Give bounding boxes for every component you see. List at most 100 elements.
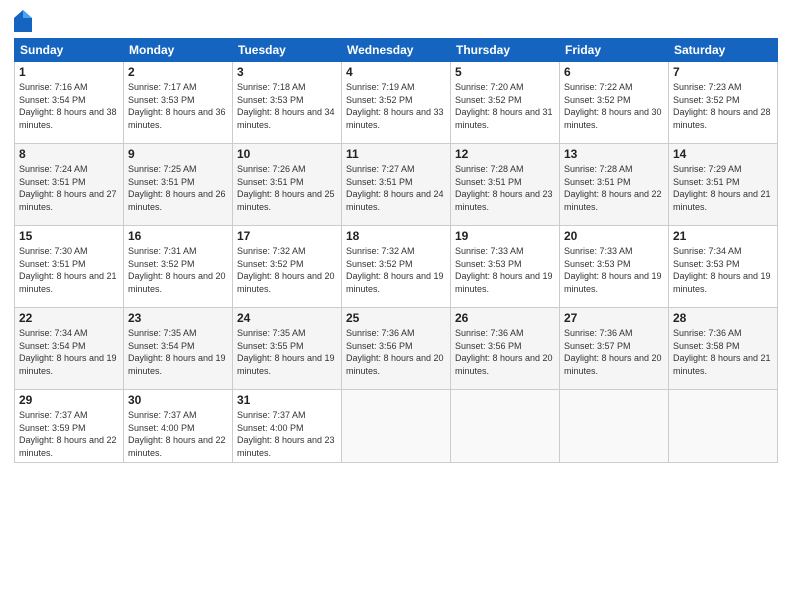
- day-number: 19: [455, 229, 555, 243]
- calendar-cell: [560, 390, 669, 463]
- day-info: Sunrise: 7:22 AM Sunset: 3:52 PM Dayligh…: [564, 81, 664, 131]
- calendar-cell: 15Sunrise: 7:30 AM Sunset: 3:51 PM Dayli…: [15, 226, 124, 308]
- day-info: Sunrise: 7:27 AM Sunset: 3:51 PM Dayligh…: [346, 163, 446, 213]
- day-number: 5: [455, 65, 555, 79]
- day-number: 4: [346, 65, 446, 79]
- day-info: Sunrise: 7:32 AM Sunset: 3:52 PM Dayligh…: [237, 245, 337, 295]
- day-number: 26: [455, 311, 555, 325]
- day-info: Sunrise: 7:31 AM Sunset: 3:52 PM Dayligh…: [128, 245, 228, 295]
- day-info: Sunrise: 7:19 AM Sunset: 3:52 PM Dayligh…: [346, 81, 446, 131]
- calendar-cell: 8 Sunrise: 7:24 AM Sunset: 3:51 PM Daylig…: [15, 144, 124, 226]
- day-number: 18: [346, 229, 446, 243]
- calendar-cell: 12 Sunrise: 7:28 AM Sunset: 3:51 PM Dayli…: [451, 144, 560, 226]
- day-number: 23: [128, 311, 228, 325]
- day-number: 25: [346, 311, 446, 325]
- calendar-cell: 17 Sunrise: 7:32 AM Sunset: 3:52 PM Dayli…: [233, 226, 342, 308]
- day-info: Sunrise: 7:35 AM Sunset: 3:54 PM Dayligh…: [128, 327, 228, 377]
- calendar-cell: 23 Sunrise: 7:35 AM Sunset: 3:54 PM Dayli…: [124, 308, 233, 390]
- day-number: 16: [128, 229, 228, 243]
- calendar-cell: 19Sunrise: 7:33 AM Sunset: 3:53 PM Dayli…: [451, 226, 560, 308]
- day-number: 12: [455, 147, 555, 161]
- day-info: Sunrise: 7:33 AM Sunset: 3:53 PM Dayligh…: [564, 245, 664, 295]
- calendar-cell: 5 Sunrise: 7:20 AM Sunset: 3:52 PM Daylig…: [451, 62, 560, 144]
- day-number: 24: [237, 311, 337, 325]
- day-info: Sunrise: 7:25 AM Sunset: 3:51 PM Dayligh…: [128, 163, 228, 213]
- day-info: Sunrise: 7:36 AM Sunset: 3:57 PM Dayligh…: [564, 327, 664, 377]
- logo-icon: [14, 10, 32, 32]
- calendar-cell: 22Sunrise: 7:34 AM Sunset: 3:54 PM Dayli…: [15, 308, 124, 390]
- day-number: 14: [673, 147, 773, 161]
- calendar-cell: 7 Sunrise: 7:23 AM Sunset: 3:52 PM Daylig…: [669, 62, 778, 144]
- day-number: 7: [673, 65, 773, 79]
- day-number: 22: [19, 311, 119, 325]
- day-number: 17: [237, 229, 337, 243]
- calendar-cell: 24 Sunrise: 7:35 AM Sunset: 3:55 PM Dayli…: [233, 308, 342, 390]
- day-info: Sunrise: 7:36 AM Sunset: 3:58 PM Dayligh…: [673, 327, 773, 377]
- day-info: Sunrise: 7:29 AM Sunset: 3:51 PM Dayligh…: [673, 163, 773, 213]
- calendar-table: SundayMondayTuesdayWednesdayThursdayFrid…: [14, 38, 778, 463]
- day-number: 6: [564, 65, 664, 79]
- day-info: Sunrise: 7:37 AM Sunset: 4:00 PM Dayligh…: [128, 409, 228, 459]
- day-info: Sunrise: 7:18 AM Sunset: 3:53 PM Dayligh…: [237, 81, 337, 131]
- calendar-cell: 4 Sunrise: 7:19 AM Sunset: 3:52 PM Daylig…: [342, 62, 451, 144]
- calendar-cell: 27 Sunrise: 7:36 AM Sunset: 3:57 PM Dayli…: [560, 308, 669, 390]
- column-header-tuesday: Tuesday: [233, 39, 342, 62]
- day-info: Sunrise: 7:37 AM Sunset: 4:00 PM Dayligh…: [237, 409, 337, 459]
- column-header-wednesday: Wednesday: [342, 39, 451, 62]
- day-info: Sunrise: 7:34 AM Sunset: 3:53 PM Dayligh…: [673, 245, 773, 295]
- column-header-sunday: Sunday: [15, 39, 124, 62]
- day-info: Sunrise: 7:32 AM Sunset: 3:52 PM Dayligh…: [346, 245, 446, 295]
- calendar-cell: 28 Sunrise: 7:36 AM Sunset: 3:58 PM Dayli…: [669, 308, 778, 390]
- calendar-cell: 21 Sunrise: 7:34 AM Sunset: 3:53 PM Dayli…: [669, 226, 778, 308]
- column-header-saturday: Saturday: [669, 39, 778, 62]
- calendar-container: SundayMondayTuesdayWednesdayThursdayFrid…: [0, 0, 792, 612]
- day-number: 11: [346, 147, 446, 161]
- calendar-cell: 16 Sunrise: 7:31 AM Sunset: 3:52 PM Dayli…: [124, 226, 233, 308]
- calendar-cell: [342, 390, 451, 463]
- calendar-cell: 25 Sunrise: 7:36 AM Sunset: 3:56 PM Dayli…: [342, 308, 451, 390]
- day-number: 27: [564, 311, 664, 325]
- calendar-cell: 10 Sunrise: 7:26 AM Sunset: 3:51 PM Dayli…: [233, 144, 342, 226]
- day-number: 2: [128, 65, 228, 79]
- day-number: 31: [237, 393, 337, 407]
- day-info: Sunrise: 7:36 AM Sunset: 3:56 PM Dayligh…: [346, 327, 446, 377]
- day-info: Sunrise: 7:24 AM Sunset: 3:51 PM Dayligh…: [19, 163, 119, 213]
- day-info: Sunrise: 7:17 AM Sunset: 3:53 PM Dayligh…: [128, 81, 228, 131]
- logo: [14, 10, 34, 32]
- calendar-cell: 13Sunrise: 7:28 AM Sunset: 3:51 PM Dayli…: [560, 144, 669, 226]
- calendar-cell: 20 Sunrise: 7:33 AM Sunset: 3:53 PM Dayli…: [560, 226, 669, 308]
- day-number: 28: [673, 311, 773, 325]
- day-info: Sunrise: 7:28 AM Sunset: 3:51 PM Dayligh…: [455, 163, 555, 213]
- calendar-cell: [451, 390, 560, 463]
- calendar-cell: 2 Sunrise: 7:17 AM Sunset: 3:53 PM Daylig…: [124, 62, 233, 144]
- day-number: 20: [564, 229, 664, 243]
- day-number: 10: [237, 147, 337, 161]
- day-number: 1: [19, 65, 119, 79]
- day-number: 3: [237, 65, 337, 79]
- header: [14, 10, 778, 32]
- day-info: Sunrise: 7:35 AM Sunset: 3:55 PM Dayligh…: [237, 327, 337, 377]
- calendar-cell: 26Sunrise: 7:36 AM Sunset: 3:56 PM Dayli…: [451, 308, 560, 390]
- column-header-monday: Monday: [124, 39, 233, 62]
- calendar-cell: 9 Sunrise: 7:25 AM Sunset: 3:51 PM Daylig…: [124, 144, 233, 226]
- day-number: 9: [128, 147, 228, 161]
- day-info: Sunrise: 7:30 AM Sunset: 3:51 PM Dayligh…: [19, 245, 119, 295]
- day-number: 21: [673, 229, 773, 243]
- calendar-cell: 3 Sunrise: 7:18 AM Sunset: 3:53 PM Daylig…: [233, 62, 342, 144]
- day-info: Sunrise: 7:23 AM Sunset: 3:52 PM Dayligh…: [673, 81, 773, 131]
- day-info: Sunrise: 7:26 AM Sunset: 3:51 PM Dayligh…: [237, 163, 337, 213]
- day-info: Sunrise: 7:28 AM Sunset: 3:51 PM Dayligh…: [564, 163, 664, 213]
- column-header-friday: Friday: [560, 39, 669, 62]
- day-number: 30: [128, 393, 228, 407]
- calendar-cell: 29Sunrise: 7:37 AM Sunset: 3:59 PM Dayli…: [15, 390, 124, 463]
- day-number: 8: [19, 147, 119, 161]
- day-info: Sunrise: 7:20 AM Sunset: 3:52 PM Dayligh…: [455, 81, 555, 131]
- calendar-cell: 18 Sunrise: 7:32 AM Sunset: 3:52 PM Dayli…: [342, 226, 451, 308]
- day-number: 29: [19, 393, 119, 407]
- calendar-cell: 14 Sunrise: 7:29 AM Sunset: 3:51 PM Dayli…: [669, 144, 778, 226]
- calendar-cell: 1Sunrise: 7:16 AM Sunset: 3:54 PM Daylig…: [15, 62, 124, 144]
- calendar-cell: [669, 390, 778, 463]
- calendar-cell: 31 Sunrise: 7:37 AM Sunset: 4:00 PM Dayli…: [233, 390, 342, 463]
- calendar-cell: 6 Sunrise: 7:22 AM Sunset: 3:52 PM Daylig…: [560, 62, 669, 144]
- calendar-cell: 11 Sunrise: 7:27 AM Sunset: 3:51 PM Dayli…: [342, 144, 451, 226]
